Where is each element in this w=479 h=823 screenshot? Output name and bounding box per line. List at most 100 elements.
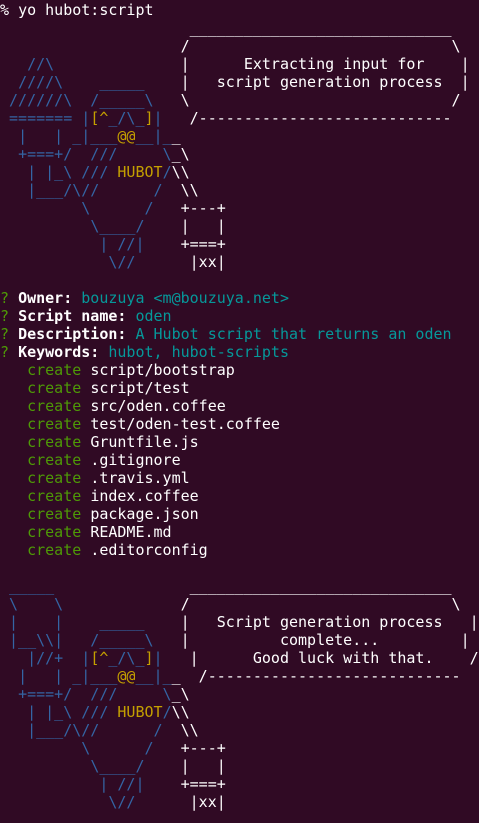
banner-complete-segment: \____/ (90, 757, 172, 775)
banner-complete-segment: \ / (81, 739, 172, 757)
banner-complete-segment: _\ (171, 685, 190, 703)
command-line: % yo hubot:script (0, 1, 479, 19)
banner-extracting-line: //\ | Extracting input for | (0, 55, 479, 73)
answer-value: A Hubot script that returns an oden (135, 325, 452, 343)
create-action: create (0, 361, 91, 379)
file-line: create index.coffee (0, 487, 479, 505)
file-path: README.md (90, 523, 172, 541)
banner-extracting-line: | | _|___@@__|__ (0, 127, 479, 145)
banner-extracting-segment: | Extracting input for | (171, 55, 470, 73)
banner-extracting-segment: \____/ (90, 217, 172, 235)
banner-extracting-line: \____/ | | (0, 217, 479, 235)
banner-complete-segment: / \ (171, 595, 461, 613)
create-action: create (0, 415, 91, 433)
file-line: create Gruntfile.js (0, 433, 479, 451)
create-action: create (0, 523, 91, 541)
answer-value: hubot, hubot-scripts (108, 343, 289, 361)
file-path: Gruntfile.js (90, 433, 199, 451)
answer-line: ? Script name: oden (0, 307, 479, 325)
banner-complete-segment (0, 757, 90, 775)
file-path: .gitignore (90, 451, 181, 469)
create-action: create (0, 541, 91, 559)
banner-extracting-segment: [^ (90, 109, 109, 127)
terminal-window[interactable]: % yo hubot:script ______________________… (0, 0, 479, 823)
banner-complete-line: \ \ / \ (0, 595, 479, 613)
banner-extracting-segment: |xx| (171, 253, 226, 271)
banner-complete-segment (0, 649, 27, 667)
banner-extracting-line: \// |xx| (0, 253, 479, 271)
banner-extracting-segment (0, 199, 81, 217)
banner-complete-segment: | //| (99, 775, 172, 793)
file-path: test/oden-test.coffee (90, 415, 280, 433)
banner-complete-segment: | (153, 649, 172, 667)
banner-extracting-segment: __|_ (135, 127, 172, 145)
answer-label: Script name: (18, 307, 136, 325)
banner-complete-segment: \\ (171, 721, 199, 739)
banner-extracting-line: \ / +---+ (0, 199, 479, 217)
question-mark: ? (0, 343, 19, 361)
banner-complete-segment: +===+ (171, 775, 226, 793)
banner-extracting-segment: / (162, 163, 172, 181)
banner-complete-segment (0, 577, 9, 595)
file-line: create test/oden-test.coffee (0, 415, 479, 433)
file-path: index.coffee (90, 487, 199, 505)
banner-complete-line: | | _|___@@__|__ /----------------------… (0, 667, 479, 685)
banner-complete-segment: ] (144, 649, 154, 667)
banner-extracting-line: //////\ /_____\ \ / (0, 91, 479, 109)
banner-complete-segment: _____________________________ (171, 577, 452, 595)
banner-extracting-segment: \ / (171, 91, 461, 109)
question-mark: ? (0, 307, 19, 325)
banner-extracting-segment (0, 37, 172, 55)
banner-complete-segment: HUBOT (117, 703, 163, 721)
banner-extracting-segment: | (153, 109, 172, 127)
create-action: create (0, 469, 91, 487)
banner-extracting-segment (0, 145, 18, 163)
banner-extracting-line: ======= |[^_/\_]| /---------------------… (0, 109, 479, 127)
banner-extracting-segment: \\ (171, 181, 199, 199)
banner-complete-segment: +===+/ /// \ (18, 685, 172, 703)
banner-complete-segment (0, 685, 18, 703)
banner-extracting-segment: /---------------------------- (171, 109, 452, 127)
banner-complete-segment: / (162, 703, 172, 721)
banner-extracting-segment: |___/\// / (27, 181, 172, 199)
banner-complete-segment: +---+ (171, 739, 226, 757)
banner-complete-segment: | | (171, 757, 226, 775)
prompt-symbol: % (0, 1, 19, 19)
banner-complete-segment (0, 595, 9, 613)
file-path: .travis.yml (90, 469, 190, 487)
banner-complete-line: _____ _____________________________ (0, 577, 479, 595)
create-action: create (0, 487, 91, 505)
command-text: yo hubot:script (18, 1, 154, 19)
file-line: create package.json (0, 505, 479, 523)
banner-extracting-segment: \\ (171, 163, 190, 181)
create-action: create (0, 505, 91, 523)
answer-value: bouzuya <m@bouzuya.net> (81, 289, 289, 307)
banner-extracting-line: _____________________________ (0, 19, 479, 37)
banner-extracting-segment: _\ (171, 145, 190, 163)
banner-complete-line: \// |xx| (0, 793, 479, 811)
file-path: package.json (90, 505, 199, 523)
banner-extracting-segment: +===+/ /// \ (18, 145, 172, 163)
question-mark: ? (0, 289, 19, 307)
answer-line: ? Keywords: hubot, hubot-scripts (0, 343, 479, 361)
banner-extracting-segment: \ / (81, 199, 172, 217)
banner-complete-segment: _____ (9, 577, 172, 595)
banner-extracting-segment: HUBOT (117, 163, 163, 181)
file-line: create .gitignore (0, 451, 479, 469)
create-action: create (0, 451, 91, 469)
banner-complete-line: |___/\// / \\ (0, 721, 479, 739)
banner-complete-line: |__\\| /_____\ | complete... | (0, 631, 479, 649)
answer-label: Owner: (18, 289, 82, 307)
banner-complete-segment: @@ (117, 667, 136, 685)
banner-extracting-segment (0, 55, 27, 73)
file-path: script/bootstrap (90, 361, 235, 379)
banner-complete-line: +===+/ /// \_\ (0, 685, 479, 703)
file-line: create README.md (0, 523, 479, 541)
file-path: .editorconfig (90, 541, 208, 559)
banner-complete-segment: | Script generation process | (171, 613, 479, 631)
banner-extracting-segment (0, 73, 18, 91)
banner-extracting-segment (0, 109, 9, 127)
banner-complete-segment (0, 631, 9, 649)
question-mark: ? (0, 325, 19, 343)
file-line: create .travis.yml (0, 469, 479, 487)
